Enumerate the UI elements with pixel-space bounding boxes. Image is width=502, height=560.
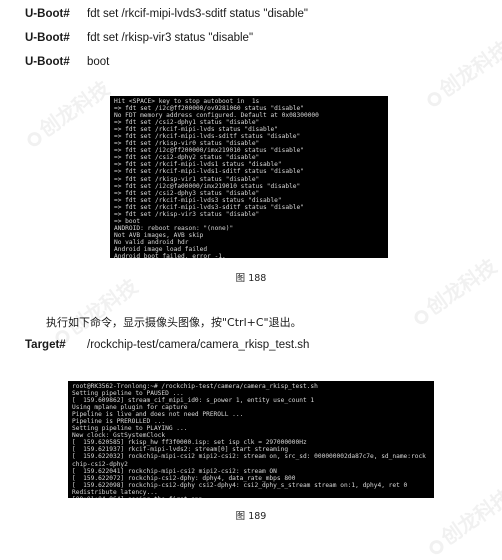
terminal-line: => fdt set /rkcif-mipi-lvds3-sditf statu…: [114, 203, 304, 211]
terminal-line: => boot: [114, 217, 141, 225]
terminal-line: Using mplane plugin for capture: [72, 404, 188, 412]
watermark-logo-icon: [424, 89, 444, 109]
terminal-line: [ 159.622032] rockchip-mipi-csi2 mipi2-c…: [72, 453, 426, 461]
terminal-line: [ 159.622041] rockchip-mipi-csi2 mipi2-c…: [72, 467, 277, 475]
terminal-line: => fdt set /rkcif-mipi-lvds1 status "dis…: [114, 161, 282, 169]
target-command-row: Target# /rockchip-test/camera/camera_rkis…: [25, 338, 309, 352]
watermark: 创龙科技: [418, 33, 502, 112]
terminal-line: [ 159.609862] stream_cif_mipi_id0: s_pow…: [72, 397, 315, 405]
terminal-line: => fdt set /rkcif-mipi-lvds status "disa…: [114, 126, 278, 134]
terminal-line: => fdt set /csi2-dphy3 status "disable": [114, 189, 260, 197]
prompt-label: U-Boot#: [25, 56, 70, 68]
terminal-line: chip-csi2-dphy2: [72, 460, 128, 468]
terminal-line: Android image load failed: [114, 245, 208, 253]
terminal-line: => fdt set /rkisp-vir0 status "disable": [114, 140, 260, 148]
terminal-line: Not AVB images, AVB skip: [114, 231, 204, 239]
terminal-line: No FDT memory address configured. Defaul…: [114, 112, 319, 120]
command-text: fdt set /rkisp-vir3 status "disable": [87, 32, 254, 44]
terminal-line: => fdt set /i2c@fa00000/imx219010 status…: [114, 182, 301, 190]
terminal-line: Redistribute latency...: [72, 488, 158, 496]
terminal-line: New clock: GstSystemClock: [72, 432, 166, 440]
terminal-line: Hit <SPACE> key to stop autoboot in 1s: [114, 98, 260, 105]
figure-caption: 图 188: [235, 273, 267, 284]
watermark-logo-icon: [411, 307, 431, 327]
terminal-line: Setting pipeline to PAUSED ...: [72, 390, 184, 398]
terminal-line: => fdt set /rkisp-vir3 status "disable": [114, 210, 260, 218]
terminal-line: => fdt set /csi2-dphy2 status "disable": [114, 154, 260, 162]
terminal-line: => fdt set /csi2-dphy1 status "disable": [114, 119, 260, 127]
terminal-screenshot-camera-test: root@RK3562-Tronlong:~# /rockchip-test/c…: [68, 381, 434, 498]
watermark-logo-icon: [24, 129, 44, 149]
watermark: 创龙科技: [18, 73, 114, 152]
command-row: U-Boot# fdt set /rkisp-vir3 status "disab…: [25, 30, 253, 46]
terminal-line: => fdt set /i2c@ff200000/ov9281060 statu…: [114, 105, 304, 113]
command-text: /rockchip-test/camera/camera_rkisp_test.…: [87, 339, 310, 351]
command-text: fdt set /rkcif-mipi-lvds3-sditf status "…: [87, 8, 308, 20]
prompt-label: U-Boot#: [25, 32, 70, 44]
terminal-line: No valid android hdr: [114, 238, 189, 246]
figure-caption: 图 189: [235, 511, 267, 522]
terminal-line: root@RK3562-Tronlong:~# /rockchip-test/c…: [72, 383, 318, 390]
terminal-line: => fdt set /rkcif-mipi-lvds-sditf status…: [114, 133, 301, 141]
terminal-line: => fdt set /rkcif-mipi-lvds3 status "dis…: [114, 196, 282, 204]
prompt-label: U-Boot#: [25, 8, 70, 20]
terminal-line: Pipeline is live and does not need PRERO…: [72, 411, 244, 419]
terminal-line: [00:01:04.964] seeing the first app: [72, 496, 430, 498]
command-row: U-Boot# boot: [25, 54, 109, 70]
terminal-line: ANDROID: reboot reason: "(none)": [114, 224, 234, 232]
terminal-line: => fdt set /rkisp-vir1 status "disable": [114, 175, 260, 183]
terminal-screenshot-uboot: Hit <SPACE> key to stop autoboot in 1s =>…: [110, 96, 388, 258]
prompt-label: Target#: [25, 339, 66, 351]
terminal-line: [ 159.621937] rkcif-mipi-lvds2: stream[0…: [72, 446, 289, 454]
terminal-line: Pipeline is PREROLLED ...: [72, 418, 166, 426]
command-text: boot: [87, 56, 110, 68]
instruction-text: 执行如下命令，显示摄像头图像，按"Ctrl+C"退出。: [46, 316, 302, 329]
terminal-line: => fdt set /rkcif-mipi-lvds1-sditf statu…: [114, 168, 304, 176]
watermark: 创龙科技: [405, 251, 501, 330]
command-row: U-Boot# fdt set /rkcif-mipi-lvds3-sditf s…: [25, 6, 308, 22]
terminal-line: => fdt set /i2c@ff200000/imx219010 statu…: [114, 147, 304, 155]
terminal-line: [ 159.620585] rkisp_hw ff3f0000.isp: set…: [72, 439, 307, 447]
terminal-line: [ 159.622098] rockchip-csi2-dphy csi2-dp…: [72, 481, 408, 489]
terminal-line: [ 159.622072] rockchip-csi2-dphy: dphy4,…: [72, 474, 296, 482]
terminal-line: Android boot failed, error -1.: [114, 253, 226, 258]
terminal-line: Setting pipeline to PLAYING ...: [72, 425, 188, 433]
